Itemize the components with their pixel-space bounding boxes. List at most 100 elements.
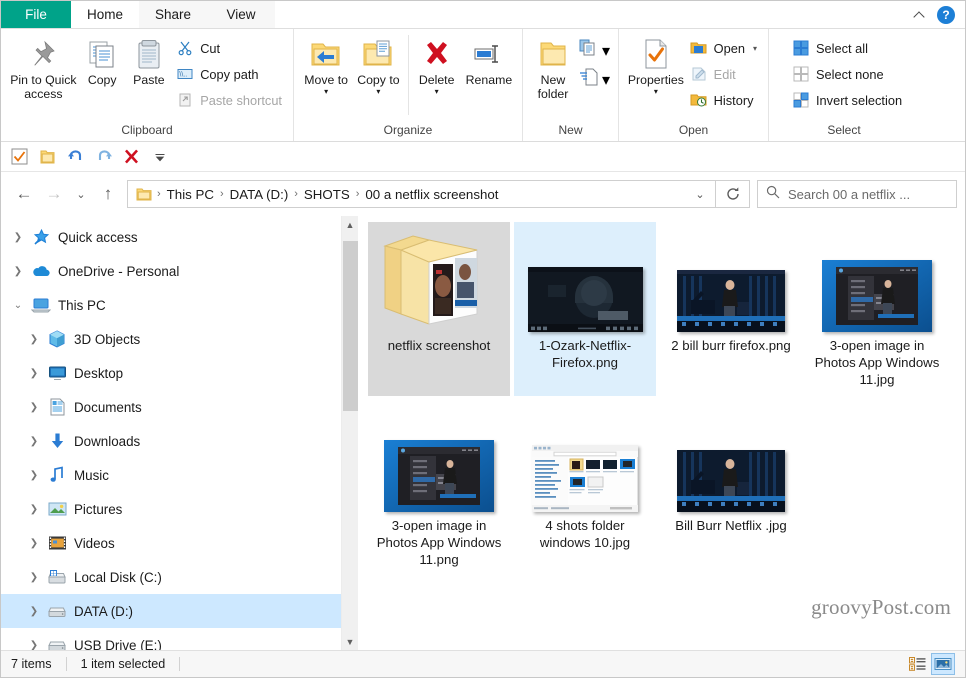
sidebar-item-documents[interactable]: ❯ Documents xyxy=(1,390,341,424)
ribbon-group-clipboard-label: Clipboard xyxy=(121,123,173,137)
properties-button[interactable]: Properties ▾ xyxy=(625,33,687,96)
select-all-button[interactable]: Select all xyxy=(789,36,907,60)
chevron-down-icon[interactable]: ⌄ xyxy=(687,188,713,201)
tab-home[interactable]: Home xyxy=(71,1,140,28)
sidebar-item-downloads[interactable]: ❯ Downloads xyxy=(1,424,341,458)
new-folder-icon[interactable] xyxy=(38,147,57,166)
chevron-right-icon[interactable]: ❯ xyxy=(23,362,45,384)
new-item-caret-icon[interactable]: ▾ xyxy=(602,41,610,61)
new-item-button[interactable]: ▾ xyxy=(579,39,610,62)
file-item[interactable]: 3-open image in Photos App Windows 11.jp… xyxy=(806,222,948,396)
scroll-up-icon[interactable]: ▲ xyxy=(342,216,359,233)
back-arrow-icon[interactable]: ← xyxy=(9,179,39,209)
invert-selection-button[interactable]: Invert selection xyxy=(789,88,907,112)
open-caret-icon[interactable]: ▾ xyxy=(753,44,757,53)
search-input[interactable]: Search 00 a netflix ... xyxy=(757,180,957,208)
chevron-right-icon[interactable]: ❯ xyxy=(7,260,29,282)
sidebar-item-local-disk-c[interactable]: ❯ Local Disk (C:) xyxy=(1,560,341,594)
undo-icon[interactable] xyxy=(66,147,85,166)
chevron-right-icon[interactable]: ❯ xyxy=(23,600,45,622)
recent-locations-icon[interactable]: ⌄ xyxy=(69,179,93,209)
new-folder-button[interactable]: New folder xyxy=(529,33,577,101)
sidebar-item-usb-drive-e[interactable]: ❯ USB Drive (E:) xyxy=(1,628,341,650)
tab-file[interactable]: File xyxy=(1,1,71,28)
sidebar-item-onedrive[interactable]: ❯ OneDrive - Personal xyxy=(1,254,341,288)
folder-icon xyxy=(134,187,156,202)
up-arrow-icon[interactable]: ↑ xyxy=(93,179,123,209)
breadcrumb-item-shots[interactable]: SHOTS xyxy=(299,187,355,202)
chevron-right-icon[interactable]: ❯ xyxy=(23,464,45,486)
file-item[interactable]: 1-Ozark-Netflix-Firefox.png xyxy=(514,222,656,396)
chevron-right-icon[interactable]: ❯ xyxy=(23,328,45,350)
file-item[interactable]: netflix screenshot xyxy=(368,222,510,396)
properties-caret-icon[interactable]: ▾ xyxy=(654,88,658,96)
scrollbar-thumb[interactable] xyxy=(343,241,358,411)
delete-button[interactable]: Delete ▾ xyxy=(412,33,462,96)
breadcrumb-item-data-d[interactable]: DATA (D:) xyxy=(225,187,294,202)
move-to-caret-icon[interactable]: ▾ xyxy=(324,88,328,96)
chevron-down-icon[interactable] xyxy=(150,147,169,166)
scroll-down-icon[interactable]: ▼ xyxy=(342,633,359,650)
paste-button[interactable]: Paste xyxy=(125,33,174,87)
breadcrumb-item-this-pc[interactable]: This PC xyxy=(162,187,219,202)
rename-button[interactable]: Rename xyxy=(462,33,516,87)
forward-arrow-icon[interactable]: → xyxy=(39,179,69,209)
file-list-pane[interactable]: netflix screenshot 1-Ozark-Netflix-Firef… xyxy=(358,216,965,650)
large-icons-view-icon[interactable] xyxy=(931,653,955,675)
pin-to-quick-access-button[interactable]: Pin to Quick access xyxy=(7,33,80,101)
chevron-right-icon[interactable]: ❯ xyxy=(23,498,45,520)
chevron-right-icon[interactable]: ❯ xyxy=(23,634,45,651)
sidebar-item-desktop[interactable]: ❯ Desktop xyxy=(1,356,341,390)
sidebar-item-this-pc[interactable]: ⌄ This PC xyxy=(1,288,341,322)
redo-icon[interactable] xyxy=(94,147,113,166)
breadcrumb-bar[interactable]: › This PC › DATA (D:) › SHOTS › 00 a net… xyxy=(127,180,716,208)
navigation-pane: ❯ Quick access ❯ OneDrive - Personal ⌄ T… xyxy=(1,216,341,650)
chevron-right-icon[interactable]: ❯ xyxy=(23,566,45,588)
delete-x-icon[interactable] xyxy=(122,147,141,166)
sidebar-item-quick-access[interactable]: ❯ Quick access xyxy=(1,220,341,254)
chevron-right-icon[interactable]: ❯ xyxy=(23,532,45,554)
file-name: 4 shots folder windows 10.jpg xyxy=(539,518,631,550)
file-item[interactable]: Bill Burr Netflix .jpg xyxy=(660,402,802,576)
file-item[interactable]: 3-open image in Photos App Windows 11.pn… xyxy=(368,402,510,576)
copy-to-button[interactable]: Copy to ▾ xyxy=(352,33,404,96)
move-to-icon xyxy=(308,36,344,72)
move-to-label: Move to xyxy=(304,73,348,87)
open-button[interactable]: Open ▾ xyxy=(687,36,762,60)
sidebar-item-videos[interactable]: ❯ Videos xyxy=(1,526,341,560)
select-none-button[interactable]: Select none xyxy=(789,62,907,86)
copy-button[interactable]: Copy xyxy=(80,33,125,87)
chevron-right-icon[interactable]: ❯ xyxy=(23,396,45,418)
vertical-scrollbar[interactable]: ▲ ▼ xyxy=(341,216,358,650)
file-item[interactable]: 4 shots folder windows 10.jpg xyxy=(514,402,656,576)
delete-caret-icon[interactable]: ▾ xyxy=(435,88,439,96)
file-item[interactable]: 2 bill burr firefox.png xyxy=(660,222,802,396)
properties-checkbox-icon[interactable] xyxy=(10,147,29,166)
chevron-down-icon[interactable]: ⌄ xyxy=(7,294,29,316)
edit-button: Edit xyxy=(687,62,762,86)
sidebar-item-data-d[interactable]: ❯ DATA (D:) xyxy=(1,594,341,628)
help-icon[interactable]: ? xyxy=(937,5,955,24)
chevron-right-icon[interactable]: ❯ xyxy=(23,430,45,452)
breadcrumb-item-current[interactable]: 00 a netflix screenshot xyxy=(360,187,503,202)
sidebar-item-label: This PC xyxy=(58,297,106,313)
move-to-button[interactable]: Move to ▾ xyxy=(300,33,352,96)
tab-view[interactable]: View xyxy=(207,1,275,28)
chevron-up-icon[interactable] xyxy=(914,8,927,21)
easy-access-button[interactable]: ▾ xyxy=(579,68,610,91)
history-button[interactable]: History xyxy=(687,88,762,112)
ribbon-group-select-label: Select xyxy=(827,123,861,137)
sidebar-item-music[interactable]: ❯ Music xyxy=(1,458,341,492)
sidebar-item-pictures[interactable]: ❯ Pictures xyxy=(1,492,341,526)
ribbon-tabstrip: File Home Share View ? xyxy=(1,1,965,29)
music-icon xyxy=(45,466,69,484)
refresh-icon[interactable] xyxy=(716,180,750,208)
easy-access-caret-icon[interactable]: ▾ xyxy=(602,70,610,90)
copy-to-caret-icon[interactable]: ▾ xyxy=(376,88,380,96)
details-view-icon[interactable] xyxy=(905,653,929,675)
cut-button[interactable]: Cut xyxy=(173,36,287,60)
tab-share[interactable]: Share xyxy=(139,1,207,28)
chevron-right-icon[interactable]: ❯ xyxy=(7,226,29,248)
sidebar-item-3d-objects[interactable]: ❯ 3D Objects xyxy=(1,322,341,356)
copy-path-button[interactable]: \\.. Copy path xyxy=(173,62,287,86)
